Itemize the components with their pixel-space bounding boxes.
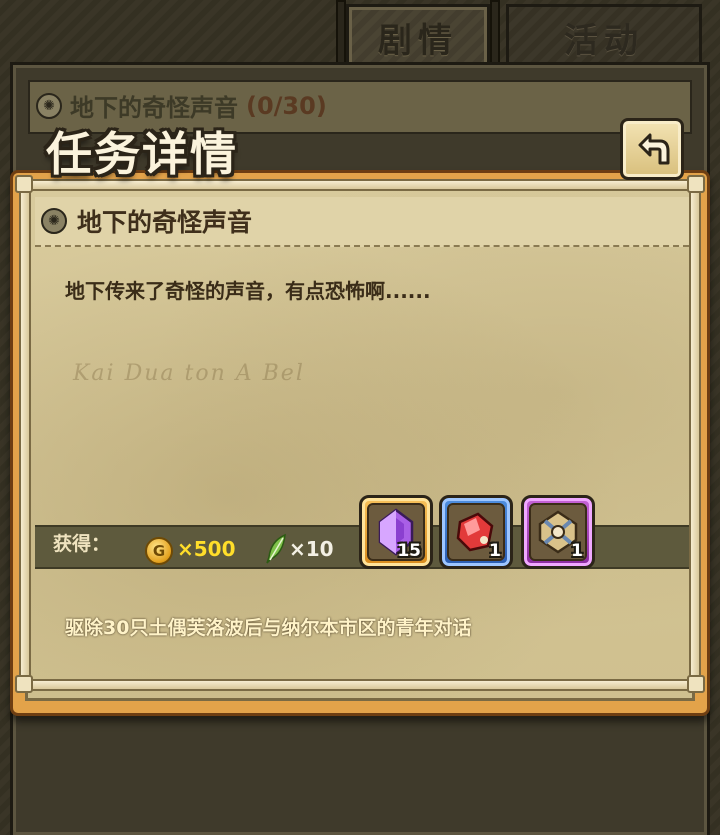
tab-event-label: 活动 <box>564 21 644 61</box>
reward-label: 获得： <box>53 533 111 555</box>
frame-corner <box>687 675 705 693</box>
reward-item-ore[interactable]: 1 <box>439 495 513 569</box>
reward-item-inner: 1 <box>447 503 505 561</box>
back-button[interactable] <box>620 118 684 180</box>
quest-type-icon: ✺ <box>36 92 62 119</box>
feather-amount: ×10 <box>289 537 334 561</box>
right-rail <box>689 181 701 691</box>
gold-coin-icon: G <box>145 537 173 565</box>
map-watermark: Kai Dua ton A Bel <box>73 361 305 386</box>
tab-divider <box>490 0 500 68</box>
quest-list-item-progress: (0/30) <box>246 91 327 120</box>
reward-item-crystal[interactable]: 15 <box>359 495 433 569</box>
tab-story[interactable]: 剧情 <box>346 4 490 68</box>
frame-corner <box>15 675 33 693</box>
tab-divider <box>336 0 346 68</box>
quest-objective: 驱除30只土偶芙洛波后与纳尔本市区的青年对话 <box>65 617 472 639</box>
reward-item-count: 1 <box>489 541 501 561</box>
feather-icon <box>266 533 286 564</box>
dialog-title: 任务详情 <box>46 127 238 181</box>
bottom-rail <box>21 679 699 691</box>
gold-amount: ×500 <box>177 537 236 561</box>
quest-header: ✺ 地下的奇怪声音 <box>35 197 689 247</box>
reward-item-count: 15 <box>397 541 421 561</box>
reward-item-inner: 15 <box>367 503 425 561</box>
left-rail <box>19 181 31 691</box>
tab-story-label: 剧情 <box>378 21 458 61</box>
quest-description: 地下传来了奇怪的声音，有点恐怖啊...... <box>65 279 431 303</box>
frame-corner <box>15 175 33 193</box>
quest-name: 地下的奇怪声音 <box>77 208 253 237</box>
tab-event[interactable]: 活动 <box>506 4 702 68</box>
reward-item-count: 1 <box>571 541 583 561</box>
quest-type-icon: ✺ <box>41 208 67 234</box>
return-arrow-icon <box>638 133 670 165</box>
reward-item-inner: 1 <box>529 503 587 561</box>
frame-corner <box>687 175 705 193</box>
reward-item-compass[interactable]: 1 <box>521 495 595 569</box>
quest-detail-dialog: ✺ 地下的奇怪声音 地下传来了奇怪的声音，有点恐怖啊...... Kai Dua… <box>10 170 710 716</box>
